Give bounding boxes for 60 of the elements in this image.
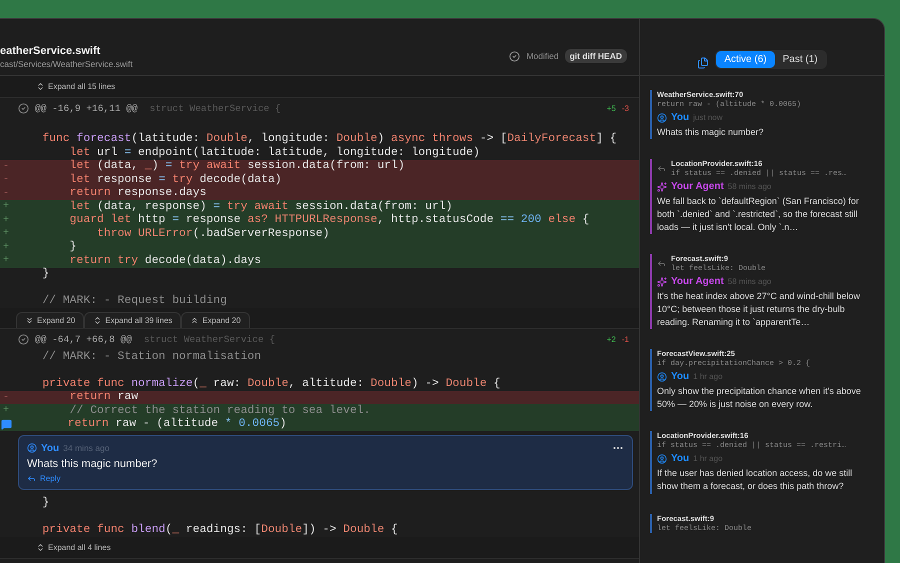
diff-badge: git diff HEAD	[564, 49, 627, 63]
sparkle-icon	[657, 276, 667, 287]
comment-text: We fall back to `defaultRegion` (San Francisco) for both `.denied` and `.restricted`, so the forecast still loads — it just isn't local. Only `.n…	[657, 195, 860, 234]
expand-button[interactable]: Expand all 39 lines	[84, 312, 182, 328]
comment-author: You	[671, 371, 690, 382]
comment-text: Only show the precipitation chance when it's above 50% — 20% is just noise on every row.	[657, 385, 862, 412]
expand-button[interactable]: Expand 20	[16, 312, 84, 328]
comment-text: Whats this magic number?	[657, 126, 765, 139]
comment-author: You	[671, 453, 690, 464]
chevrons-down-icon	[25, 316, 34, 325]
comment-icon	[1, 418, 12, 430]
comment-text: It's the heat index above 27°C and wind-chill below 10°C; between those it just returns the dry-bulb reading. Renaming it to `apparentTe…	[657, 290, 861, 330]
reply-button[interactable]: Reply	[27, 474, 60, 483]
code-line: // MARK: - Station normalisation	[41, 350, 262, 364]
user-icon	[657, 112, 667, 122]
removed-count: -1	[622, 335, 629, 344]
code-line: }	[41, 268, 50, 281]
code-line: let url = endpoint(latitude: latitude, longitude: longitude)	[68, 146, 481, 160]
comment-author: Your Agent	[671, 181, 724, 192]
user-icon	[657, 454, 667, 464]
hunk-range: @@ -16,9 +16,11 @@	[35, 103, 138, 114]
sparkle-icon	[657, 182, 667, 192]
comment-author: Your Agent	[671, 276, 724, 288]
check-circle-icon	[18, 103, 29, 114]
hunk-range: @@ -64,7 +66,8 @@	[35, 334, 132, 345]
code-line: private func normalize(_ raw: Double, altitude: Double) -> Double {	[41, 377, 502, 390]
comment-time: 34 mins ago	[63, 443, 110, 453]
reply-icon	[657, 259, 666, 268]
file-title: eatherService.swift	[0, 45, 102, 57]
filter-tab[interactable]: Active (6)	[716, 51, 775, 68]
code-line: private func blend(_ readings: [Double]) -> Double {	[41, 523, 399, 536]
check-circle-icon	[509, 50, 520, 62]
file-path: cast/Services/WeatherService.swift	[0, 59, 133, 69]
comment-text: Whats this magic number?	[27, 458, 158, 470]
code-line: func forecast(latitude: Double, longitude: Double) async throws -> [DailyForecast] {	[41, 132, 618, 146]
expand-button[interactable]: Expand all 4 lines	[36, 542, 111, 552]
reply-icon	[657, 164, 666, 174]
reply-icon	[27, 474, 36, 483]
chevrons-up-down-icon	[36, 82, 45, 91]
filter-tab[interactable]: Past (1)	[774, 51, 826, 68]
user-icon	[27, 443, 37, 453]
comment-author: You	[41, 442, 60, 454]
user-icon	[657, 372, 667, 382]
chevrons-up-down-icon	[36, 542, 45, 552]
comment-author: You	[671, 112, 690, 123]
added-count: +5	[606, 104, 616, 113]
expand-button[interactable]: Expand all 15 lines	[36, 82, 116, 91]
files-icon	[697, 57, 710, 69]
comment-text: If the user has denied location access, do we still show them a forecast, or does this path throw?	[657, 467, 854, 494]
check-circle-icon	[18, 334, 29, 345]
code-line: }	[41, 496, 50, 510]
expand-button[interactable]: Expand 20	[181, 312, 250, 328]
status-label: Modified	[526, 51, 559, 61]
added-count: +2	[606, 335, 616, 344]
hunk-context: struct WeatherService {	[150, 103, 282, 114]
hunk-context: struct WeatherService {	[144, 334, 276, 345]
chevrons-up-down-icon	[93, 316, 102, 325]
removed-count: -3	[622, 104, 629, 113]
chevrons-up-icon	[190, 316, 200, 325]
code-line: // MARK: - Request building	[41, 294, 228, 308]
